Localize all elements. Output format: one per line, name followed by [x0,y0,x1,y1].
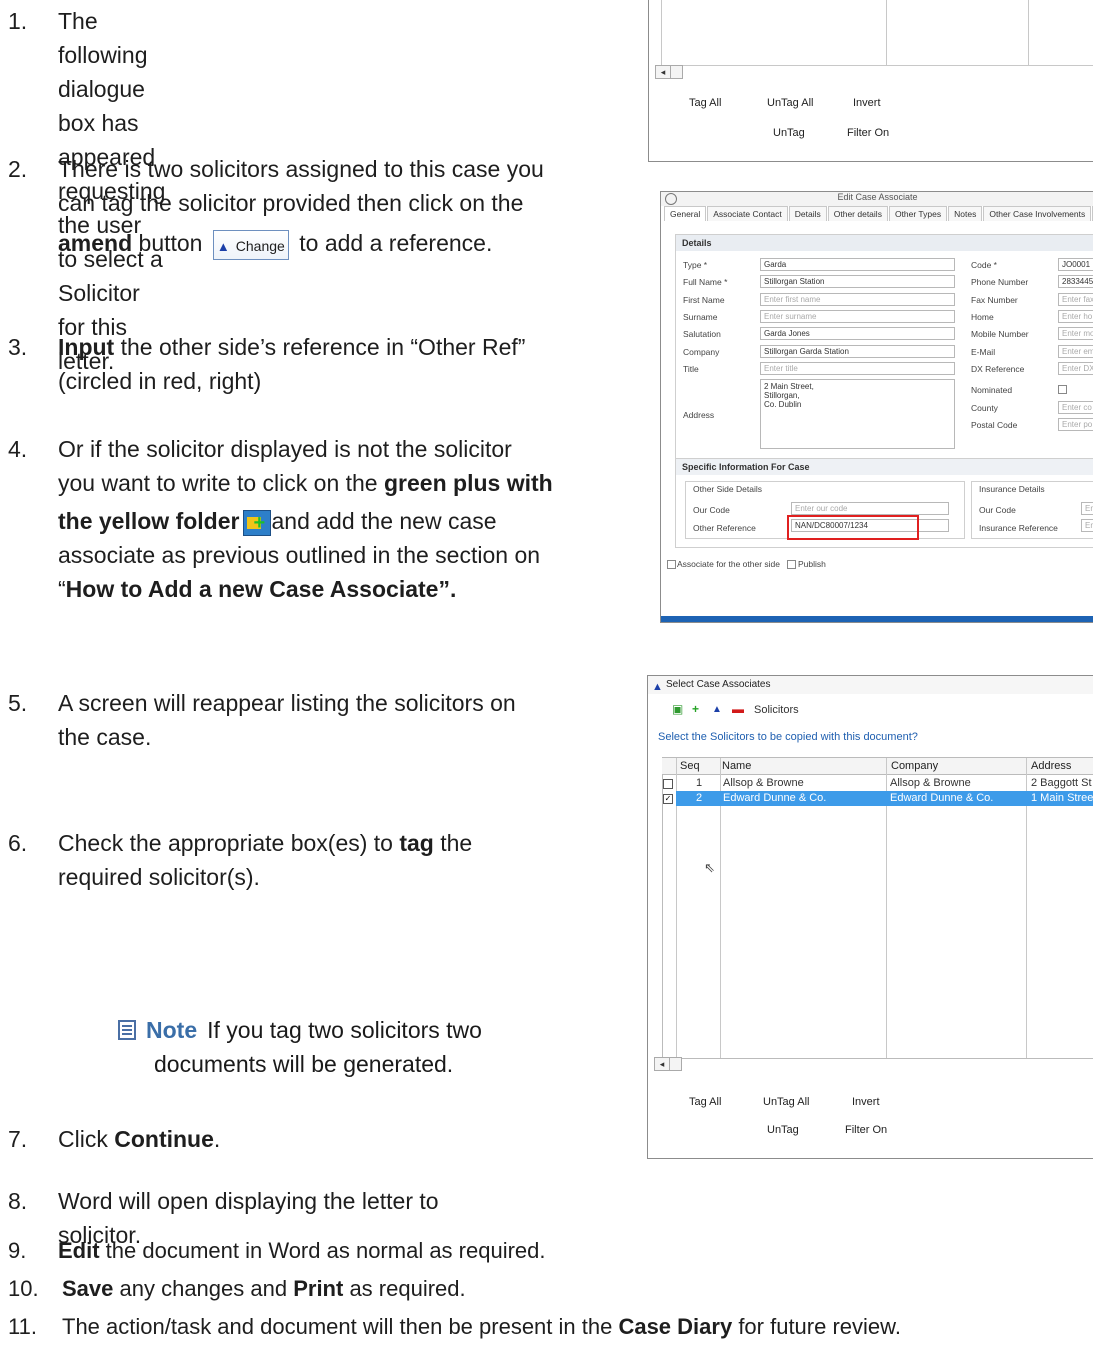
step-9: 9. Edit the document in Word as normal a… [8,1238,546,1263]
step-5: 5. A screen will reappear listing the so… [8,690,516,750]
step-10: 10. Save any changes and Print as requir… [8,1276,466,1301]
right-field-2[interactable]: Enter fax [1058,292,1093,306]
right-field-4[interactable]: Enter mo [1058,327,1093,341]
left-field-5[interactable]: Stillorgan Garda Station [760,344,955,358]
row-checkbox[interactable] [663,779,673,789]
green-plus-folder-icon: + [243,509,272,536]
untag-all-button[interactable]: UnTag All [763,1096,809,1108]
scroll-left-icon[interactable]: ◂ [655,1058,670,1070]
publish-checkbox[interactable] [787,560,796,569]
left-field-1[interactable]: Stillorgan Station [760,275,955,289]
tab-details[interactable]: Details [788,206,827,221]
county-field[interactable]: Enter co [1058,401,1093,414]
left-field-6[interactable]: Enter title [760,361,955,375]
filter-on-button[interactable]: Filter On [845,1124,887,1136]
untag-button[interactable]: UnTag [773,127,805,139]
step-3: 3. Input the other side’s reference in “… [8,334,526,394]
step-2: 2. There is two solicitors assigned to t… [8,152,544,260]
untag-all-button[interactable]: UnTag All [767,97,813,109]
highlight-ring [787,515,919,540]
postal-code-field[interactable]: Enter po [1058,418,1093,431]
horizontal-scrollbar[interactable]: ◂ [654,1057,682,1071]
step-7: 7. Click Continue. [8,1126,221,1152]
scroll-left-icon[interactable]: ◂ [656,66,671,78]
screenshot-tag-footer: ◂ Tag All UnTag All Invert UnTag Filter … [648,0,1093,162]
app-icon [665,193,677,205]
left-field-0[interactable]: Garda [760,258,955,271]
address-field[interactable]: 2 Main Street, Stillorgan, Co. Dublin [760,379,955,449]
invert-button[interactable]: Invert [853,97,881,109]
left-field-2[interactable]: Enter first name [760,292,955,306]
screenshot-edit-case-associate: Edit Case Associate General Associate Con… [660,191,1093,623]
step-4: 4. Or if the solicitor displayed is not … [8,436,553,602]
right-field-6[interactable]: Enter DX [1058,361,1093,375]
tab-notes[interactable]: Notes [948,206,983,221]
change-button-image: ▲ Change [212,229,289,260]
prompt-text: Select the Solicitors to be copied with … [658,731,918,743]
our-code-field[interactable]: Enter our code [791,502,949,515]
untag-button[interactable]: UnTag [767,1124,799,1136]
nominated-checkbox[interactable] [1058,385,1067,394]
note-icon [118,1020,136,1040]
tab-associate-contact[interactable]: Associate Contact [707,206,788,221]
left-field-3[interactable]: Enter surname [760,309,955,323]
left-field-4[interactable]: Garda Jones [760,327,955,341]
step-8: 8. Word will open displaying the letter … [8,1188,439,1248]
insurance-our-code-field[interactable]: En [1081,502,1093,515]
add-from-folder-icon[interactable]: ▣ [672,702,683,716]
tag-all-button[interactable]: Tag All [689,1096,721,1108]
window-title: Edit Case Associate [661,192,1093,206]
insurance-reference-field[interactable]: En [1081,519,1093,532]
tab-other-types[interactable]: Other Types [888,206,948,221]
tag-all-button[interactable]: Tag All [689,97,721,109]
right-field-0[interactable]: JO0001 [1058,258,1093,271]
toolbar-label: Solicitors [754,704,799,716]
tab-general[interactable]: General [664,206,707,221]
remove-icon[interactable]: ▬ [732,702,744,716]
tab-strip: General Associate Contact Details Other det… [664,206,1093,222]
tab-other-case-involvements[interactable]: Other Case Involvements [983,206,1092,221]
mouse-cursor-icon: ⇖ [704,860,715,875]
associate-other-side-checkbox[interactable] [667,560,676,569]
screenshot-select-case-associates: ▲ Select Case Associates ▣ + ▲ ▬ Solicito… [647,675,1093,1159]
window-title: ▲ Select Case Associates [648,676,1093,694]
horizontal-scrollbar[interactable]: ◂ [655,65,683,79]
step-11-line: 11. The action/task and document will the… [8,1314,901,1339]
triangle-icon: ▲ [216,238,230,254]
note-callout: Note If you tag two solicitors two docume… [118,1013,482,1077]
add-icon[interactable]: + [692,702,699,716]
invert-button[interactable]: Invert [852,1096,880,1108]
step-1: 1. The following dialogue box has appear… [8,8,166,374]
table-row-selected[interactable]: 2 Edward Dunne & Co. Edward Dunne & Co. … [676,791,1093,806]
window-status-bar [661,616,1093,622]
right-field-3[interactable]: Enter ho [1058,309,1093,323]
tab-other-details[interactable]: Other details [827,206,888,221]
table-row[interactable]: 1 Allsop & Browne Allsop & Browne 2 Bagg… [662,776,1093,791]
right-field-5[interactable]: Enter em [1058,344,1093,358]
app-triangle-icon: ▲ [652,681,663,693]
step-6: 6. Check the appropriate box(es) to tag … [8,830,473,890]
right-field-1[interactable]: 2833445 [1058,275,1093,289]
amend-icon[interactable]: ▲ [712,704,722,715]
filter-on-button[interactable]: Filter On [847,127,889,139]
row-checkbox-checked[interactable]: ✓ [663,794,673,804]
